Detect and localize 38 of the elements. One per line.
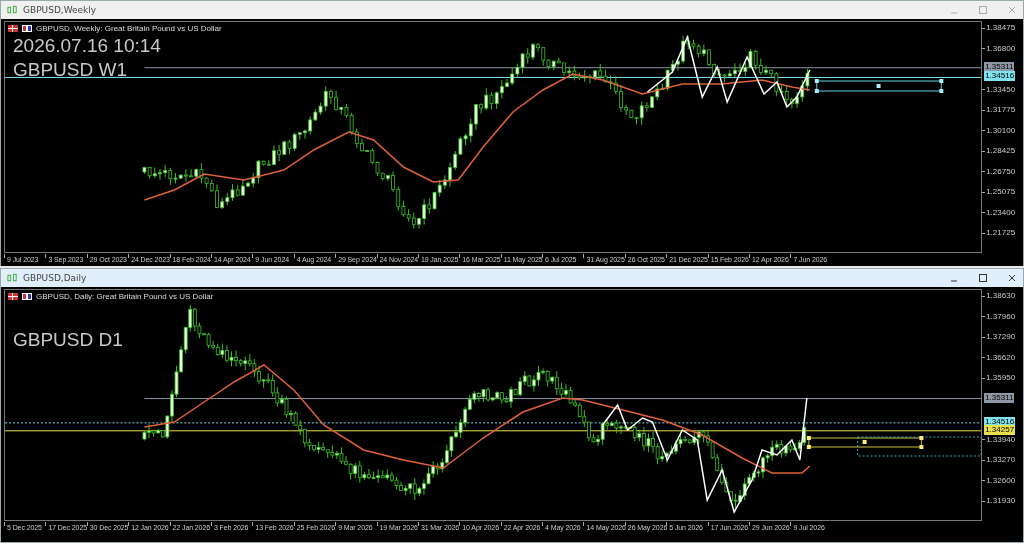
chart-header: GBPUSD, Daily: Great Britain Pound vs US Dollar — [36, 292, 214, 301]
flag-icon — [8, 25, 18, 32]
price-tag: 1.34516 — [984, 71, 1016, 82]
price-tag: 1.34257 — [984, 424, 1016, 435]
chart-header: GBPUSD, Weekly: Great Britain Pound vs US Dollar — [36, 24, 222, 33]
price-label: 1.26750 — [982, 166, 1016, 177]
price-label: 1.32600 — [982, 475, 1016, 486]
price-label: 1.37960 — [982, 311, 1016, 322]
price-label: 1.30100 — [982, 125, 1016, 136]
price-tag: 1.35311 — [984, 392, 1015, 403]
candles-icon — [7, 5, 18, 15]
flag-icon — [22, 293, 32, 300]
price-tag: 1.35311 — [984, 61, 1015, 72]
flag-icon — [8, 293, 18, 300]
price-label: 1.25075 — [982, 187, 1016, 197]
price-label: 1.38630 — [982, 291, 1016, 301]
candles-icon — [7, 273, 18, 283]
window-title: GBPUSD,Weekly — [23, 5, 98, 15]
price-label: 1.37290 — [982, 332, 1016, 342]
chart-label: GBPUSD D1 — [13, 328, 123, 352]
close-button[interactable] — [1007, 273, 1017, 283]
price-label: 1.35950 — [982, 373, 1016, 383]
price-label: 1.28425 — [982, 146, 1016, 156]
rectangle-drawing[interactable] — [814, 79, 944, 93]
flag-icon — [22, 25, 32, 32]
price-label: 1.36800 — [982, 43, 1016, 54]
price-label: 1.33450 — [982, 84, 1016, 95]
price-label: 1.38475 — [982, 23, 1016, 33]
window-title: GBPUSD,Daily — [23, 273, 88, 283]
chart-label: GBPUSD W1 — [13, 58, 129, 82]
maximize-button[interactable] — [978, 273, 988, 283]
price-label: 1.31775 — [982, 105, 1016, 115]
price-label: 1.33270 — [982, 455, 1016, 465]
chart-label: 2026.07.16 10:14 — [13, 34, 161, 58]
price-label: 1.23400 — [982, 207, 1016, 218]
price-label: 1.21725 — [982, 228, 1016, 238]
price-label: 1.36620 — [982, 352, 1016, 363]
price-label: 1.31930 — [982, 496, 1016, 506]
